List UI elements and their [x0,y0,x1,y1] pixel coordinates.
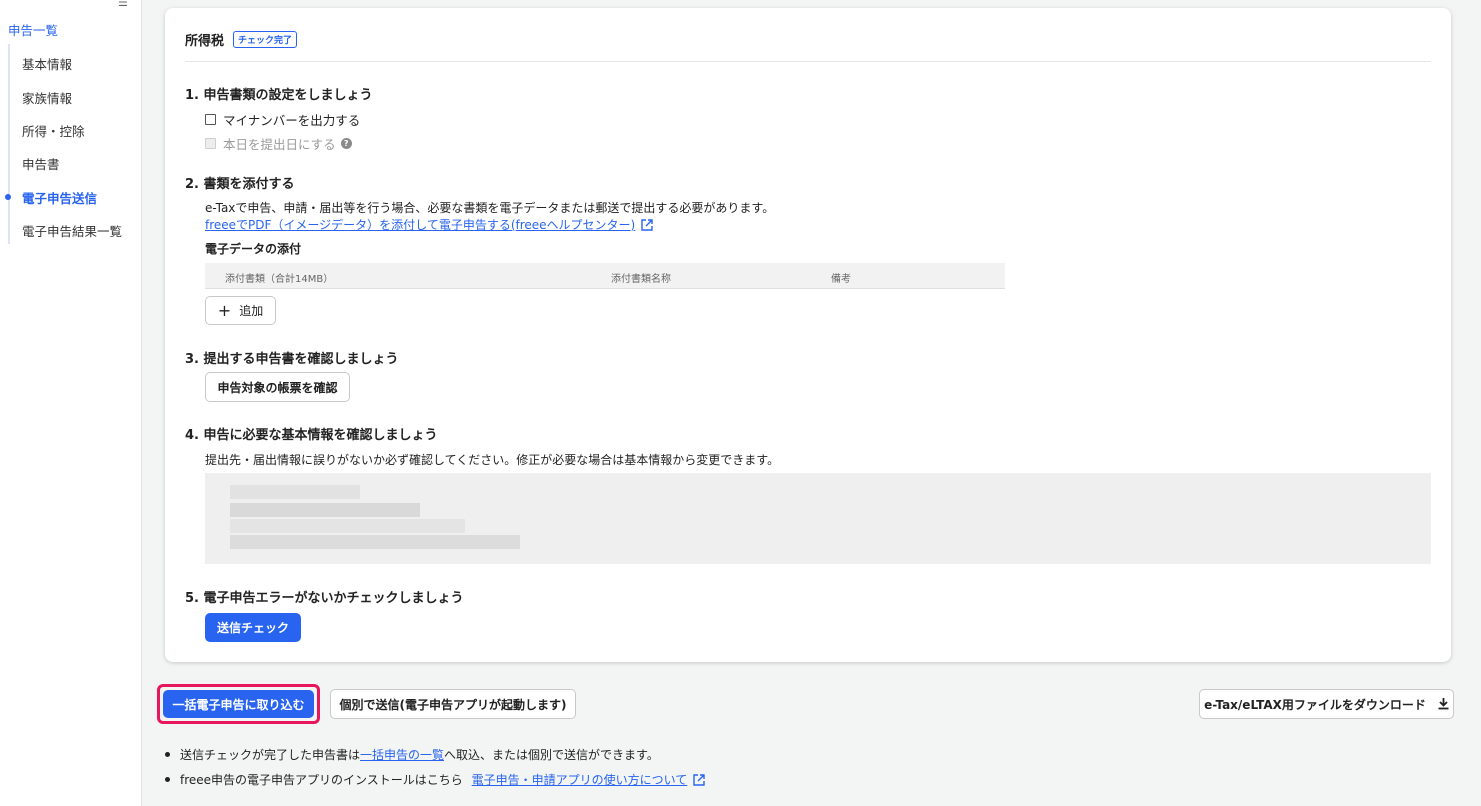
help-icon[interactable]: ? [340,138,352,149]
col-remarks: 備考 [831,274,851,285]
external-link-icon [693,774,705,786]
sidebar-item-return-form[interactable]: 申告書 [22,154,60,173]
external-link-icon [641,219,653,231]
today-checkbox-label: 本日を提出日にする [223,137,336,152]
sidebar-item-basic-info[interactable]: 基本情報 [22,54,72,73]
pdf-attach-help-link[interactable]: freeeでPDF（イメージデータ）を添付して電子申告する(freeeヘルプセン… [205,218,635,232]
help-link-row: freeeでPDF（イメージデータ）を添付して電子申告する(freeeヘルプセン… [205,216,653,233]
download-icon [1438,698,1449,710]
step2-heading: 2. 書類を添付する [185,177,295,192]
sidebar-item-e-filing-results[interactable]: 電子申告結果一覧 [22,221,122,240]
step4-heading: 4. 申告に必要な基本情報を確認しましょう [185,428,438,443]
mynumber-checkbox-label: マイナンバーを出力する [223,113,361,128]
card-title: 所得税 [185,34,225,49]
sidebar-link-return-list[interactable]: 申告一覧 [8,20,58,39]
mynumber-checkbox-row[interactable]: マイナンバーを出力する [205,110,360,129]
bulk-filing-list-link[interactable]: 一括申告の一覧 [360,748,444,762]
electronic-attachment-subheading: 電子データの添付 [205,242,302,256]
step4-description: 提出先・届出情報に誤りがないか必ず確認してください。修正が必要な場合は基本情報か… [205,453,780,467]
download-file-button[interactable]: e-Tax/eLTAX用ファイルをダウンロード [1199,689,1454,719]
e-filing-card: 所得税 チェック完了 1. 申告書類の設定をしましょう マイナンバーを出力する … [165,8,1451,662]
sidebar: ☰ 申告一覧 基本情報 家族情報 所得・控除 申告書 電子申告送信 電子申告結果… [0,0,142,806]
sidebar-item-family-info[interactable]: 家族情報 [22,88,72,107]
step2-description: e-Taxで申告、申請・届出等を行う場合、必要な書類を電子データまたは郵送で提出… [205,201,775,215]
today-checkbox [205,138,216,149]
basic-info-preview-blurred [205,473,1431,564]
col-attachment-doc: 添付書類（合計14MB） [225,274,334,285]
step1-heading: 1. 申告書類の設定をしましょう [185,88,373,103]
today-checkbox-row: 本日を提出日にする ? [205,134,352,153]
plus-icon: + [217,301,232,320]
individual-send-button[interactable]: 個別で送信(電子申告アプリが起動します) [330,689,576,719]
collapse-sidebar-icon[interactable]: ☰ [118,0,128,9]
note-bulk-import: 送信チェックが完了した申告書は一括申告の一覧へ取込、または個別で送信ができます。 [165,746,659,763]
col-attachment-name: 添付書類名称 [611,274,671,285]
app-usage-link[interactable]: 電子申告・申請アプリの使い方について [472,773,688,787]
note-app-install: freee申告の電子申告アプリのインストールはこちら 電子申告・申請アプリの使い… [165,771,705,788]
sidebar-item-e-filing[interactable]: 電子申告送信 [22,188,97,207]
bulk-import-button[interactable]: 一括電子申告に取り込む [163,690,314,718]
attachment-table-header: 添付書類（合計14MB） 添付書類名称 備考 [205,263,1005,289]
send-check-button[interactable]: 送信チェック [205,613,301,642]
divider [185,61,1431,62]
check-target-forms-button[interactable]: 申告対象の帳票を確認 [205,372,350,402]
sidebar-item-income-deduction[interactable]: 所得・控除 [22,121,85,140]
step5-heading: 5. 電子申告エラーがないかチェックしましょう [185,591,464,606]
mynumber-checkbox[interactable] [205,114,216,125]
active-indicator-dot [5,194,11,200]
step3-heading: 3. 提出する申告書を確認しましょう [185,352,399,367]
add-attachment-button[interactable]: + 追加 [205,296,276,325]
status-badge: チェック完了 [233,31,298,48]
sidebar-nav: 基本情報 家族情報 所得・控除 申告書 電子申告送信 電子申告結果一覧 [5,44,136,244]
